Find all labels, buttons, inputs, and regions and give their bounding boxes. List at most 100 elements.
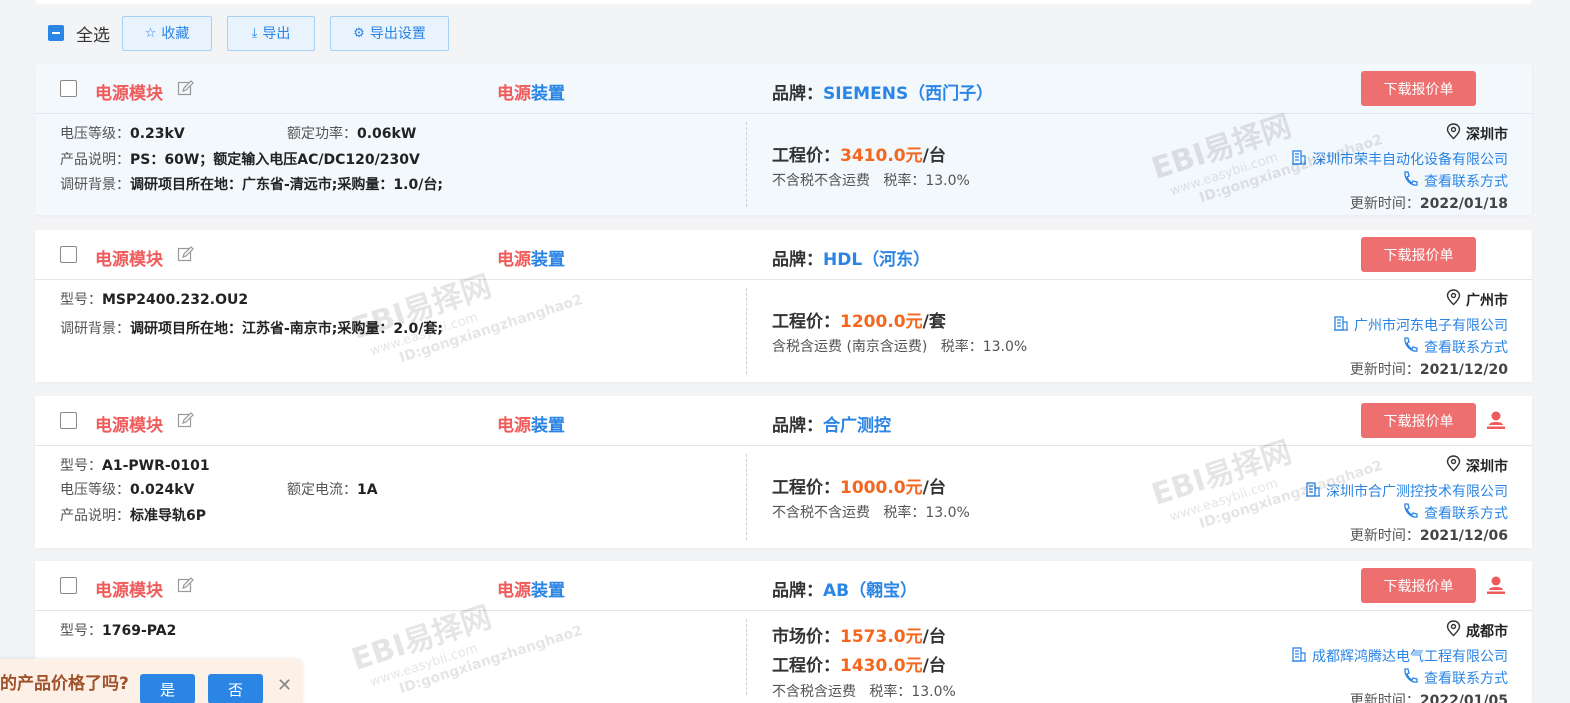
brand-value[interactable]: 合广测控 (823, 416, 891, 436)
supplier-info: 深圳市 深圳市荣丰自动化设备有限公司 查看联系方式 更新时间：2022/01/1… (1291, 123, 1508, 213)
spec-background: 调研背景：调研项目所在地：江苏省-南京市;采购量：2.0/套; (60, 318, 443, 338)
watermark-id: ID:gongxiangzhanghao2 (397, 622, 585, 698)
spec-value: 1A (357, 482, 378, 498)
update-time: 更新时间：2022/01/05 (1291, 690, 1508, 703)
edit-icon[interactable] (177, 412, 194, 429)
category: 电源装置 (497, 79, 565, 104)
card-header: 电源模块 电源装置 品牌：AB（翱宝） 下载报价单 (35, 561, 1532, 611)
brand-value[interactable]: HDL（河东） (823, 250, 930, 270)
price-feedback-popup: 的产品价格了吗? 是 否 ✕ (0, 659, 303, 703)
brand-value[interactable]: SIEMENS（西门子） (823, 84, 993, 104)
spec-label: 电压等级： (60, 482, 130, 498)
price-unit: /台 (922, 656, 946, 676)
spec-description: 产品说明：标准导轨6P (60, 505, 206, 525)
view-contact-link[interactable]: 查看联系方式 (1291, 668, 1508, 688)
brand-value[interactable]: AB（翱宝） (823, 581, 917, 601)
gear-icon: ⚙ (353, 25, 365, 41)
export-settings-button[interactable]: ⚙ 导出设置 (330, 15, 449, 51)
download-quote-button[interactable]: 下载报价单 (1361, 403, 1476, 438)
product-name[interactable]: 电源模块 (95, 79, 163, 104)
company-link[interactable]: 广州市河东电子有限公司 (1333, 315, 1508, 335)
tax-info: 含税含运费 (南京含运费) 税率：13.0% (772, 336, 1027, 356)
supplier-info: 深圳市 深圳市合广测控技术有限公司 查看联系方式 更新时间：2021/12/06 (1305, 455, 1508, 545)
company-name: 成都辉鸿腾达电气工程有限公司 (1312, 649, 1508, 665)
view-contact-link[interactable]: 查看联系方式 (1291, 171, 1508, 191)
building-icon (1291, 646, 1307, 666)
user-icon[interactable] (1486, 410, 1506, 430)
engineering-price: 工程价：3410.0元/台 (772, 141, 946, 166)
view-contact-link[interactable]: 查看联系方式 (1305, 503, 1508, 523)
price-value: 1573.0元 (840, 627, 923, 647)
card-checkbox[interactable] (60, 577, 77, 594)
price-unit: /台 (922, 627, 946, 647)
favorite-button[interactable]: ☆ 收藏 (122, 15, 212, 51)
phone-icon (1402, 503, 1419, 523)
category-red: 电源 (497, 581, 531, 601)
tax-rate-value: 13.0% (982, 339, 1028, 355)
edit-icon[interactable] (177, 246, 194, 263)
tax-info: 不含税不含运费 税率：13.0% (772, 170, 970, 190)
update-time: 更新时间：2022/01/18 (1291, 193, 1508, 213)
tax-rate-label: 税率： (883, 505, 926, 521)
brand: 品牌：SIEMENS（西门子） (772, 79, 993, 104)
spec-power: 额定功率：0.06kW (287, 123, 416, 143)
building-icon (1333, 315, 1349, 335)
supplier-info: 成都市 成都辉鸿腾达电气工程有限公司 查看联系方式 更新时间：2022/01/0… (1291, 620, 1508, 703)
card-checkbox[interactable] (60, 246, 77, 263)
no-button[interactable]: 否 (208, 674, 263, 703)
update-value: 2022/01/05 (1419, 693, 1508, 703)
price-label: 工程价： (772, 146, 840, 166)
user-icon[interactable] (1486, 575, 1506, 595)
spec-label: 电压等级： (60, 126, 130, 142)
tax-note: 含税含运费 (南京含运费) (772, 339, 928, 355)
divider (746, 288, 747, 374)
edit-icon[interactable] (177, 577, 194, 594)
category-blue: 装置 (531, 416, 565, 436)
price-label: 市场价： (772, 627, 840, 647)
spec-label: 产品说明： (60, 508, 130, 524)
location-pin-icon (1446, 620, 1461, 641)
select-all-checkbox[interactable] (48, 25, 64, 41)
download-quote-button[interactable]: 下载报价单 (1361, 71, 1476, 106)
card-checkbox[interactable] (60, 80, 77, 97)
phone-icon (1402, 337, 1419, 357)
product-card: 电源模块 电源装置 品牌：合广测控 下载报价单 型号：A1-PWR-0101 电… (35, 396, 1532, 548)
update-label: 更新时间： (1349, 362, 1420, 378)
tax-info: 不含税不含运费 税率：13.0% (772, 502, 970, 522)
download-quote-button[interactable]: 下载报价单 (1361, 237, 1476, 272)
company-link[interactable]: 深圳市合广测控技术有限公司 (1305, 481, 1508, 501)
product-name[interactable]: 电源模块 (95, 576, 163, 601)
city: 深圳市 (1291, 123, 1508, 144)
company-link[interactable]: 成都辉鸿腾达电气工程有限公司 (1291, 646, 1508, 666)
product-name[interactable]: 电源模块 (95, 411, 163, 436)
spec-label: 型号： (60, 623, 102, 639)
city-value: 深圳市 (1466, 458, 1508, 475)
brand: 品牌：AB（翱宝） (772, 576, 917, 601)
tax-rate-label: 税率： (869, 684, 912, 700)
spec-label: 调研背景： (60, 321, 130, 337)
spec-label: 调研背景： (60, 177, 130, 193)
update-value: 2021/12/06 (1419, 528, 1508, 544)
spec-label: 额定功率： (287, 126, 357, 142)
location-pin-icon (1446, 455, 1461, 476)
export-button[interactable]: ⤓ 导出 (227, 15, 315, 51)
export-label: 导出 (262, 26, 291, 42)
company-link[interactable]: 深圳市荣丰自动化设备有限公司 (1291, 149, 1508, 169)
toolbar: 全选 ☆ 收藏 ⤓ 导出 ⚙ 导出设置 (48, 15, 464, 51)
card-header: 电源模块 电源装置 品牌：合广测控 下载报价单 (35, 396, 1532, 446)
city: 广州市 (1333, 289, 1508, 310)
edit-icon[interactable] (177, 80, 194, 97)
download-quote-button[interactable]: 下载报价单 (1361, 568, 1476, 603)
close-icon[interactable]: ✕ (277, 675, 292, 696)
category: 电源装置 (497, 245, 565, 270)
top-panel-edge (35, 0, 1532, 4)
select-all-label[interactable]: 全选 (76, 21, 110, 46)
card-checkbox[interactable] (60, 412, 77, 429)
spec-value: MSP2400.232.OU2 (102, 292, 249, 308)
spec-value: 0.06kW (357, 126, 417, 142)
product-name[interactable]: 电源模块 (95, 245, 163, 270)
category-red: 电源 (497, 84, 531, 104)
view-contact-link[interactable]: 查看联系方式 (1333, 337, 1508, 357)
engineering-price: 工程价：1430.0元/台 (772, 651, 946, 676)
yes-button[interactable]: 是 (140, 674, 195, 703)
